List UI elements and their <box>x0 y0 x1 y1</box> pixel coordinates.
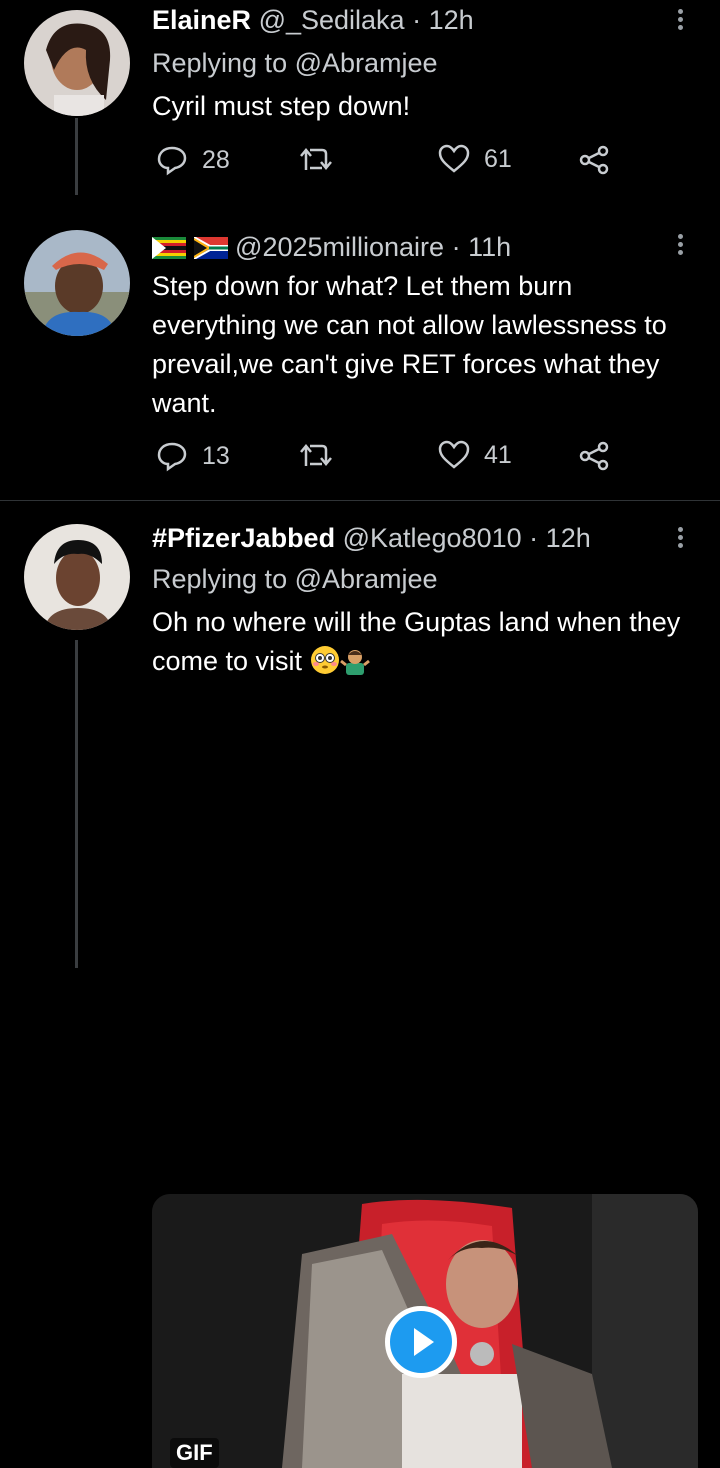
like-count: 61 <box>484 144 512 173</box>
retweet-icon <box>300 444 332 466</box>
share-button[interactable] <box>578 440 610 472</box>
reply-icon <box>157 146 187 176</box>
zimbabwe-flag-icon <box>152 237 186 259</box>
replying-to[interactable]: Replying to @Abramjee <box>152 562 438 596</box>
tweet-header: #PfizerJabbed @Katlego8010 · 12h <box>152 520 591 556</box>
flag-icons <box>152 232 229 268</box>
more-icon[interactable] <box>670 231 690 261</box>
tweet-1[interactable]: ElaineR @_Sedilaka · 12h Replying to @Ab… <box>0 0 720 195</box>
timestamp[interactable]: 12h <box>546 523 591 553</box>
share-button[interactable] <box>578 144 610 176</box>
thread-line <box>75 118 78 195</box>
more-icon[interactable] <box>670 524 690 554</box>
tweet-2[interactable]: @2025millionaire · 11h Step down for wha… <box>0 195 720 500</box>
reply-button[interactable]: 28 <box>156 144 230 176</box>
like-button[interactable]: 61 <box>438 144 512 174</box>
tweet-text: Step down for what? Let them burn everyt… <box>152 271 667 418</box>
tweet-header: @2025millionaire · 11h <box>152 229 511 268</box>
man-shrugging-emoji-icon <box>339 650 370 675</box>
south-africa-flag-icon <box>193 236 229 260</box>
user-handle[interactable]: @_Sedilaka <box>259 5 405 35</box>
reply-count: 13 <box>202 441 230 470</box>
separator: · <box>529 523 539 553</box>
tweet-3[interactable]: #PfizerJabbed @Katlego8010 · 12h Replyin… <box>0 500 720 1468</box>
like-count: 41 <box>484 440 512 469</box>
reply-count: 28 <box>202 145 230 174</box>
avatar[interactable] <box>24 524 130 630</box>
more-icon[interactable] <box>670 6 690 36</box>
tweet-header: ElaineR @_Sedilaka · 12h <box>152 2 474 38</box>
replying-to[interactable]: Replying to @Abramjee <box>152 46 438 80</box>
tweet-text-content: Oh no where will the Guptas land when th… <box>152 607 681 676</box>
timestamp[interactable]: 11h <box>468 232 511 262</box>
play-icon <box>414 1328 434 1356</box>
tweet-text: Oh no where will the Guptas land when th… <box>152 603 702 681</box>
play-button[interactable] <box>385 1306 457 1378</box>
flushed-face-emoji-icon <box>310 646 339 674</box>
user-handle[interactable]: @2025millionaire <box>235 232 444 262</box>
avatar[interactable] <box>24 10 130 116</box>
retweet-icon <box>300 148 332 170</box>
separator: · <box>451 232 461 262</box>
share-icon <box>579 441 609 471</box>
retweet-button[interactable] <box>298 440 334 470</box>
gif-badge: GIF <box>170 1438 219 1468</box>
display-name[interactable]: #PfizerJabbed <box>152 523 335 553</box>
reply-button[interactable]: 13 <box>156 440 230 472</box>
gif-media[interactable]: GIF <box>152 1194 698 1468</box>
retweet-button[interactable] <box>298 144 334 174</box>
reply-icon <box>157 442 187 472</box>
user-handle[interactable]: @Katlego8010 <box>343 523 522 553</box>
action-bar: 13 41 <box>150 440 650 480</box>
like-button[interactable]: 41 <box>438 440 512 470</box>
display-name[interactable]: ElaineR <box>152 5 251 35</box>
avatar[interactable] <box>24 230 130 336</box>
share-icon <box>579 145 609 175</box>
like-icon <box>438 144 470 173</box>
timestamp[interactable]: 12h <box>429 5 474 35</box>
tweet-text: Cyril must step down! <box>152 91 411 121</box>
action-bar: 28 61 <box>150 144 650 184</box>
like-icon <box>438 440 470 469</box>
separator: · <box>412 5 422 35</box>
thread-line <box>75 640 78 968</box>
